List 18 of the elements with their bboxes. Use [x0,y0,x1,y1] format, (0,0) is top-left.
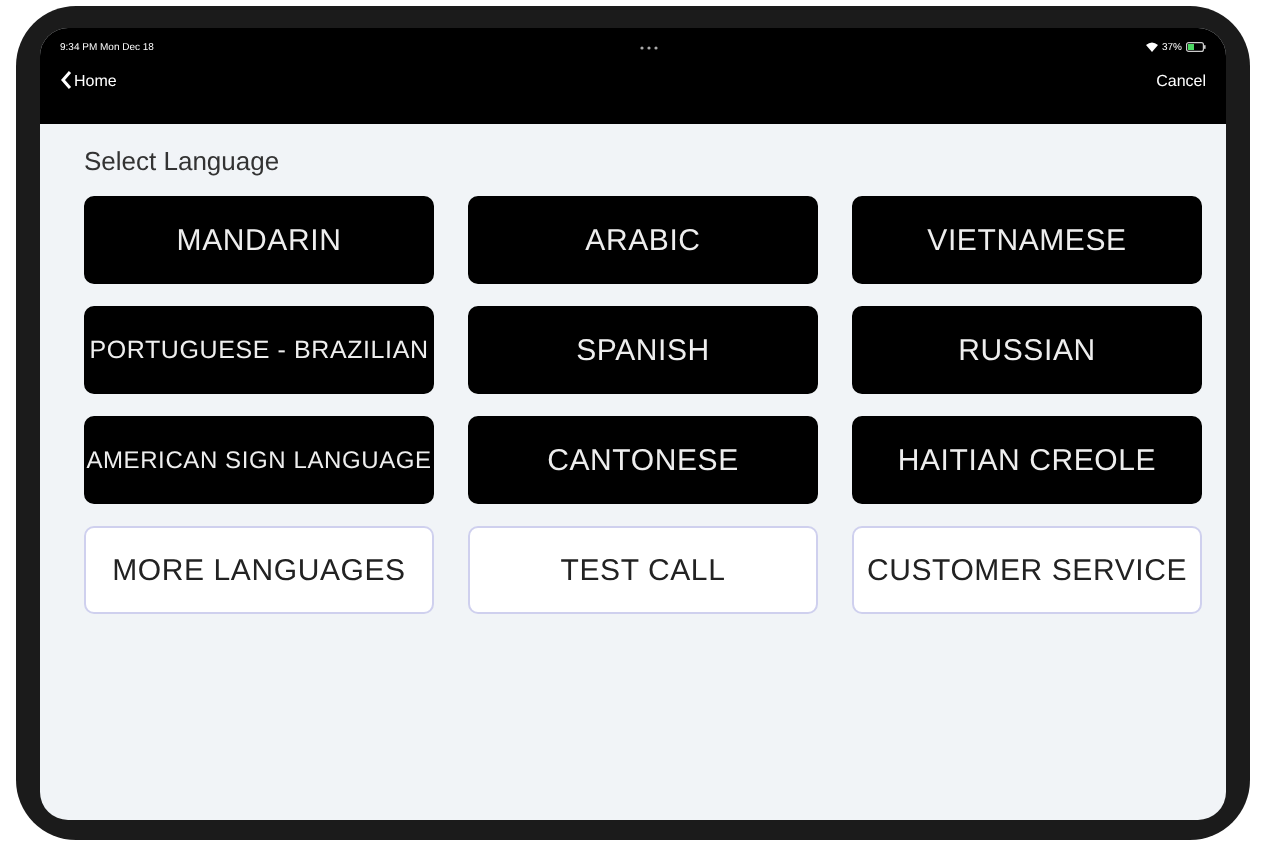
section-heading: Select Language [84,146,282,176]
wifi-icon [1145,42,1158,52]
language-button[interactable]: AMERICAN SIGN LANGUAGE [84,416,434,504]
language-button[interactable]: CANTONESE [468,416,818,504]
language-button[interactable]: CUSTOMER SERVICE [852,526,1202,614]
back-button[interactable]: Home [60,70,117,90]
language-button[interactable]: MORE LANGUAGES [84,526,434,614]
language-button[interactable]: RUSSIAN [852,306,1202,394]
language-button[interactable]: SPANISH [468,306,818,394]
battery-icon [1185,42,1206,52]
language-button[interactable]: HAITIAN CREOLE [852,416,1202,504]
language-button[interactable]: ARABIC [468,196,818,284]
cancel-button[interactable]: Cancel [1156,71,1206,89]
chevron-left-icon [60,70,72,90]
language-button[interactable]: TEST CALL [468,526,818,614]
language-button[interactable]: PORTUGUESE - BRAZILIAN [84,306,434,394]
language-button[interactable]: VIETNAMESE [852,196,1202,284]
language-button[interactable]: MANDARIN [84,196,434,284]
